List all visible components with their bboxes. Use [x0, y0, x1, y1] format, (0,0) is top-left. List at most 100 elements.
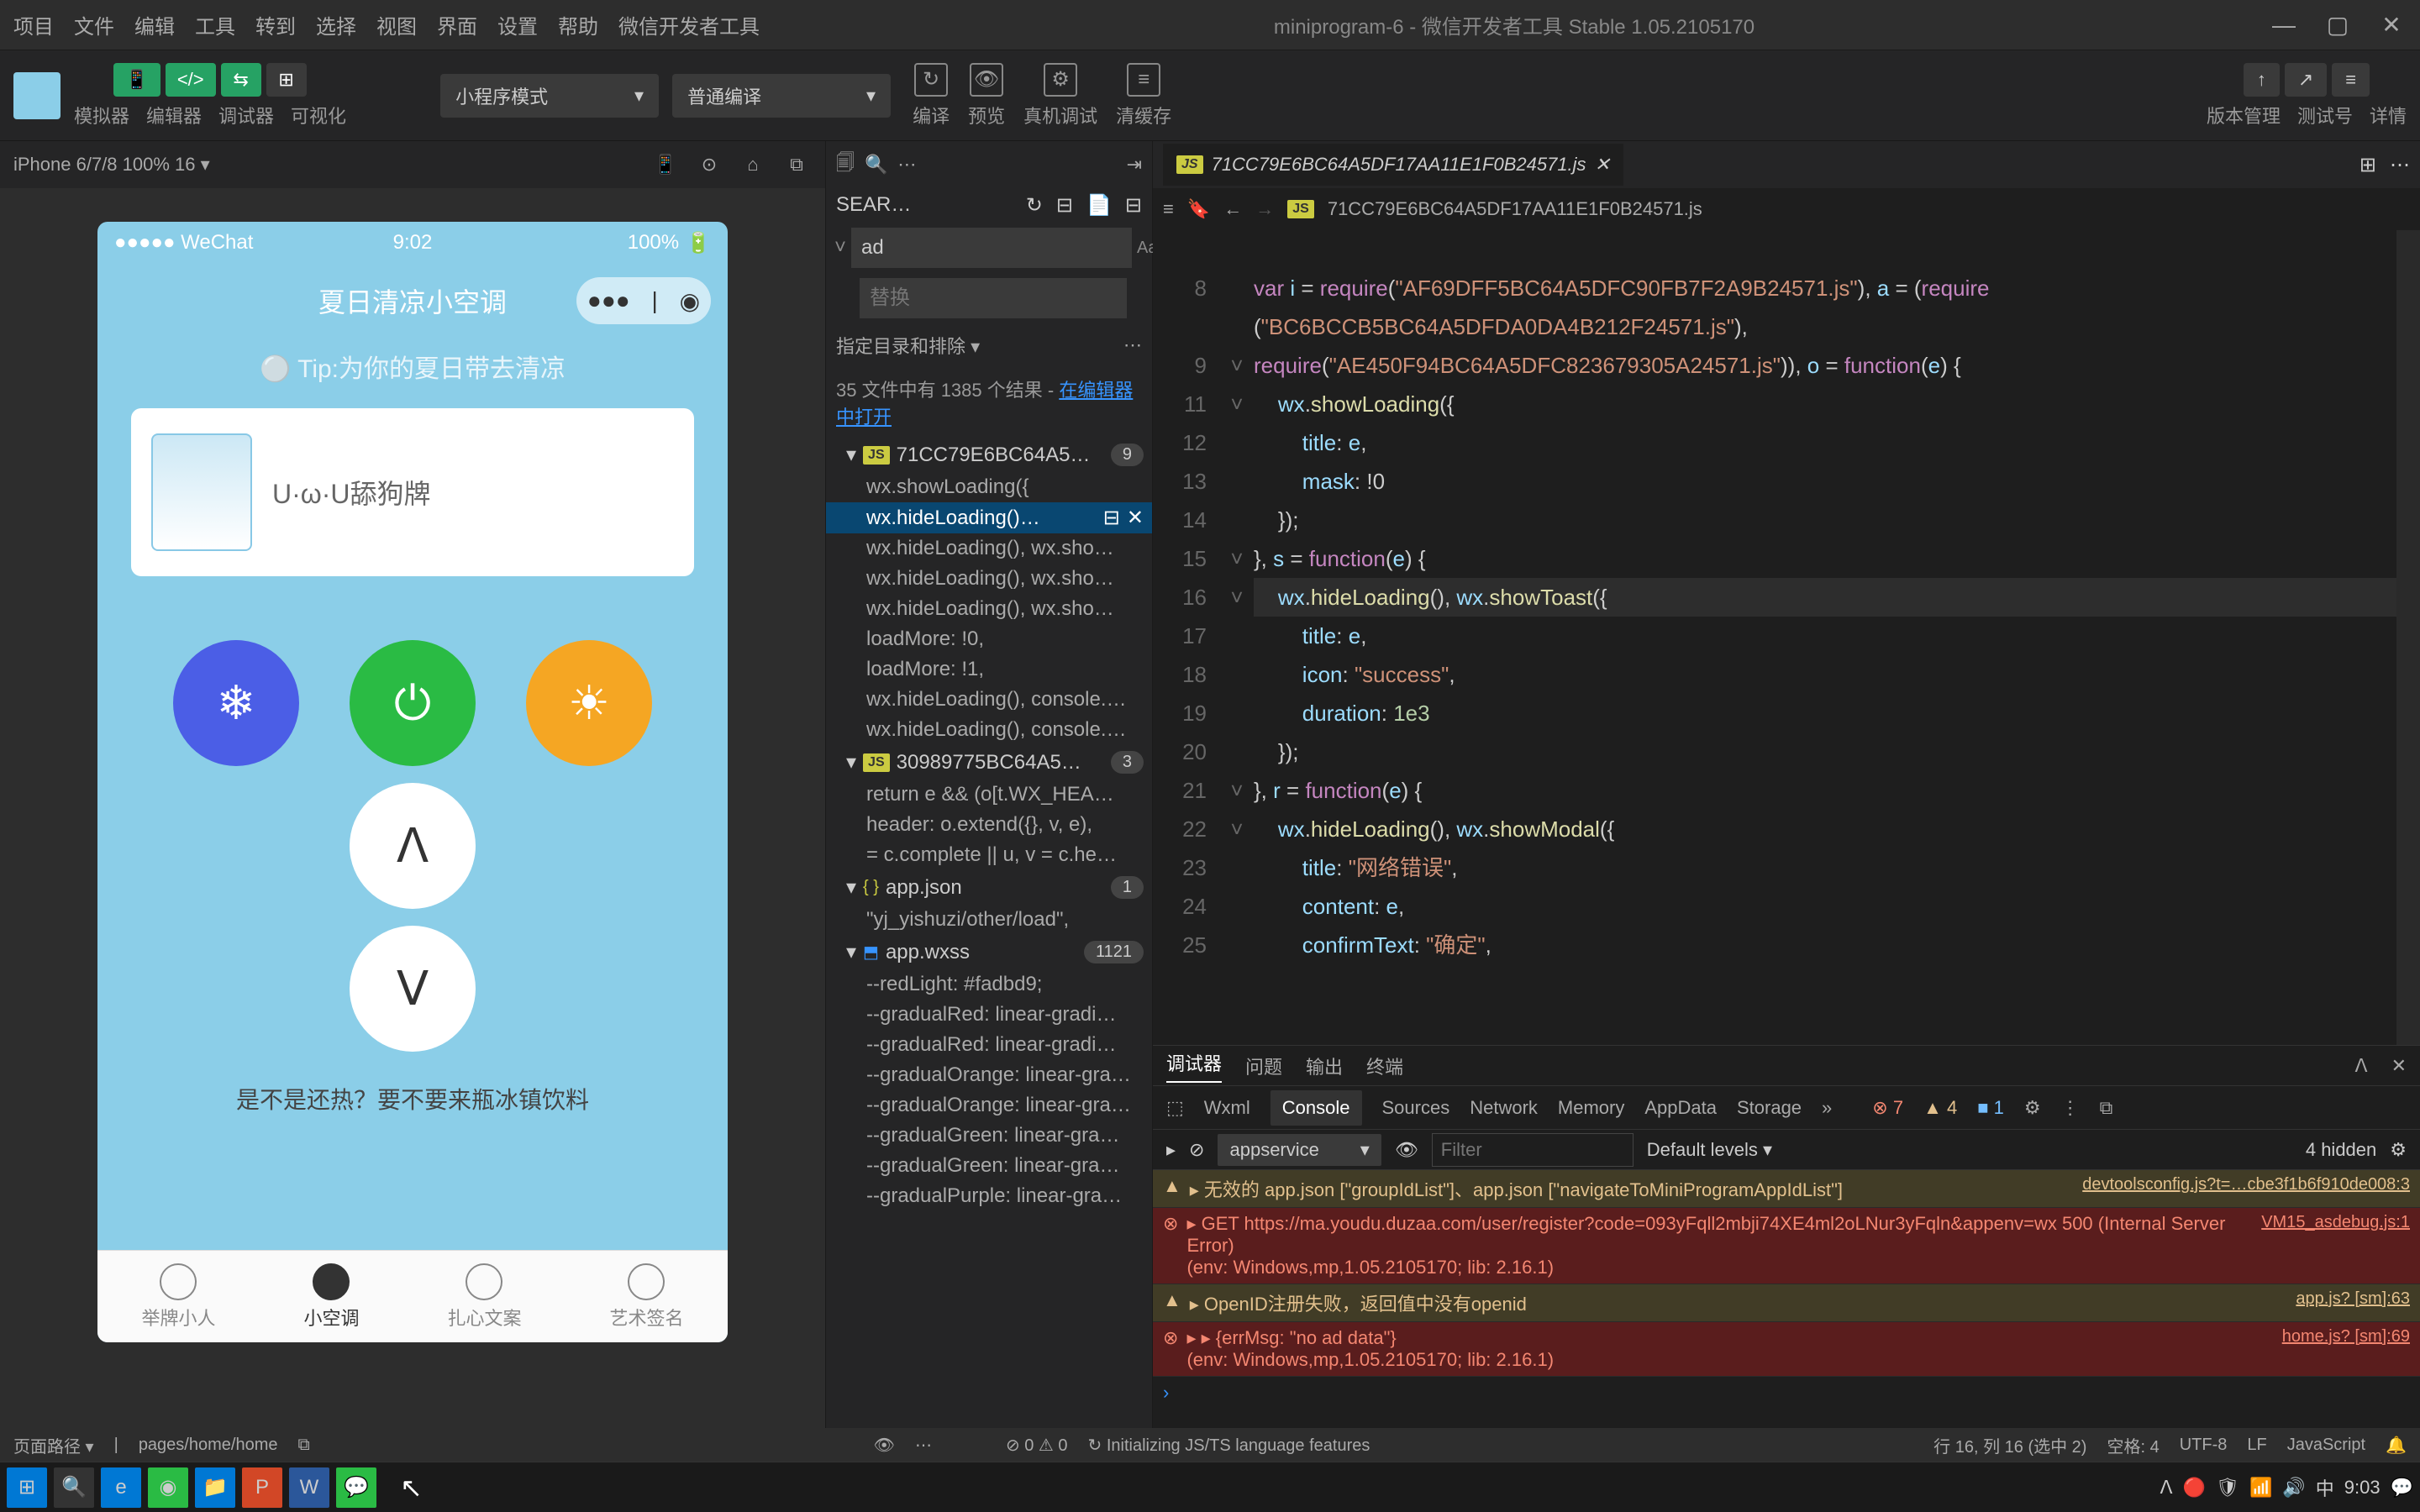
nav-forward-icon[interactable]: → — [1255, 198, 1274, 220]
menu-item[interactable]: 设置 — [497, 10, 538, 39]
refresh-icon[interactable]: ↻ — [1026, 193, 1043, 218]
tab-memory[interactable]: Memory — [1558, 1097, 1624, 1119]
indent-status[interactable]: 空格: 4 — [2107, 1433, 2159, 1457]
result-file[interactable]: ▾JS71CC79E6BC64A5…9 — [826, 438, 1152, 472]
console-settings-icon[interactable]: ⚙ — [2390, 1139, 2407, 1161]
rotate-icon[interactable]: 📱 — [650, 150, 681, 180]
remote-debug-button[interactable]: ⚙ — [1044, 63, 1077, 97]
maximize-button[interactable]: ▢ — [2323, 10, 2353, 40]
result-line[interactable]: --gradualRed: linear-gradi… — [826, 1000, 1152, 1030]
search-button[interactable]: 🔍 — [54, 1467, 94, 1508]
result-file[interactable]: ▾JS30989775BC64A5…3 — [826, 745, 1152, 780]
result-line[interactable]: = c.complete || u, v = c.he… — [826, 840, 1152, 870]
close-button[interactable]: ✕ — [2376, 10, 2407, 40]
outline-icon[interactable]: ≡ — [1163, 198, 1174, 220]
upload-button[interactable]: ↗ — [2285, 63, 2327, 97]
result-line[interactable]: wx.hideLoading(), wx.sho… — [826, 564, 1152, 594]
explorer-icon[interactable]: 🗐 — [836, 149, 855, 181]
power-button[interactable]: ⏻ — [350, 640, 476, 766]
start-button[interactable]: ⊞ — [7, 1467, 47, 1508]
taskbar-app[interactable]: e — [101, 1467, 141, 1508]
panel-tab-debugger[interactable]: 调试器 — [1166, 1049, 1222, 1083]
console-line[interactable]: ⊗▸ ▸ {errMsg: "no ad data"} (env: Window… — [1153, 1322, 2420, 1377]
nav-back-icon[interactable]: ← — [1223, 198, 1242, 220]
breadcrumb[interactable]: 71CC79E6BC64A5DF17AA11E1F0B24571.js — [1328, 198, 1702, 220]
tabbar-item[interactable]: 小空调 — [303, 1263, 359, 1331]
search-input[interactable] — [851, 228, 1132, 268]
editor-toggle[interactable]: </> — [166, 63, 216, 97]
minimize-button[interactable]: — — [2269, 10, 2299, 40]
tabbar-item[interactable]: 艺术签名 — [609, 1263, 683, 1331]
result-line[interactable]: wx.hideLoading(), wx.sho… — [826, 594, 1152, 624]
tabbar-item[interactable]: 举牌小人 — [141, 1263, 215, 1331]
debugger-toggle[interactable]: ⇆ — [221, 63, 261, 97]
taskbar-app[interactable]: P — [242, 1467, 282, 1508]
warning-count[interactable]: ▲ 4 — [1923, 1097, 1957, 1119]
ac-card[interactable]: U·ω·U舔狗牌 — [131, 408, 694, 576]
notification-center[interactable]: 💬 — [2391, 1477, 2413, 1499]
tab-sources[interactable]: Sources — [1382, 1097, 1450, 1119]
hidden-count[interactable]: 4 hidden — [2306, 1139, 2376, 1161]
menu-item[interactable]: 微信开发者工具 — [618, 10, 760, 39]
panel-collapse-icon[interactable]: ᐱ — [2355, 1055, 2368, 1077]
menu-item[interactable]: 视图 — [376, 10, 417, 39]
tab-network[interactable]: Network — [1470, 1097, 1538, 1119]
tray-icon[interactable]: 🔴 — [2183, 1477, 2206, 1499]
filter-input[interactable] — [1432, 1133, 1634, 1167]
live-expr-icon[interactable]: 👁 — [1395, 1139, 1418, 1161]
result-line[interactable]: --redLight: #fadbd9; — [826, 969, 1152, 1000]
menu-item[interactable]: 界面 — [437, 10, 477, 39]
error-count[interactable]: ⊗ 7 — [1872, 1097, 1903, 1119]
menu-item[interactable]: 项目 — [13, 10, 54, 39]
info-count[interactable]: ■ 1 — [1977, 1097, 2004, 1119]
tray-icon[interactable]: 🔊 — [2282, 1477, 2305, 1499]
result-line[interactable]: "yj_yishuzi/other/load", — [826, 905, 1152, 935]
popout-icon[interactable]: ⧉ — [2100, 1097, 2113, 1119]
result-line[interactable]: return e && (o[t.WX_HEA… — [826, 780, 1152, 810]
clear-console-icon[interactable]: ⊘ — [1189, 1139, 1204, 1161]
compile-mode-dropdown[interactable]: 普通编译▾ — [672, 74, 891, 118]
simulator-toggle[interactable]: 📱 — [113, 63, 160, 97]
panel-tab-terminal[interactable]: 终端 — [1366, 1053, 1403, 1079]
encoding-status[interactable]: UTF-8 — [2180, 1436, 2228, 1455]
tab-storage[interactable]: Storage — [1737, 1097, 1802, 1119]
clock[interactable]: 9:03 — [2344, 1477, 2381, 1499]
vcs-button[interactable]: ↑ — [2244, 63, 2280, 97]
console-line[interactable]: ▲▸ OpenID注册失败，返回值中没有openidapp.js? [sm]:6… — [1153, 1284, 2420, 1322]
capsule-menu-icon[interactable]: ●●● — [587, 287, 630, 314]
context-dropdown[interactable]: appservice ▾ — [1218, 1134, 1381, 1166]
close-tab-icon[interactable]: ✕ — [1595, 154, 1610, 176]
sun-button[interactable]: ☀ — [526, 640, 652, 766]
console-line[interactable]: ▲▸ 无效的 app.json ["groupIdList"]、app.json… — [1153, 1170, 2420, 1208]
result-line[interactable]: --gradualPurple: linear-gra… — [826, 1181, 1152, 1211]
clear-icon[interactable]: ⊟ — [1056, 193, 1073, 218]
tab-wxml[interactable]: Wxml — [1204, 1097, 1250, 1119]
result-line[interactable]: --gradualGreen: linear-gra… — [826, 1121, 1152, 1151]
more-icon[interactable]: ⋯ — [915, 1435, 932, 1456]
search-icon[interactable]: 🔍 — [865, 154, 887, 176]
visibility-icon[interactable]: 👁 — [874, 1435, 895, 1456]
result-line[interactable]: wx.hideLoading()…⊟✕ — [826, 502, 1152, 533]
page-path-label[interactable]: 页面路径 ▾ — [13, 1433, 94, 1457]
preview-button[interactable]: 👁 — [970, 63, 1003, 97]
ime-indicator[interactable]: 中 — [2316, 1474, 2334, 1501]
user-avatar[interactable] — [13, 72, 60, 119]
capsule-close-icon[interactable]: ◉ — [680, 287, 700, 315]
page-path[interactable]: pages/home/home — [139, 1436, 278, 1455]
down-button[interactable]: ᐯ — [350, 926, 476, 1052]
filter-toggle[interactable]: 指定目录和排除 ▾⋯ — [826, 323, 1152, 367]
result-line[interactable]: loadMore: !0, — [826, 624, 1152, 654]
settings-icon[interactable]: ⚙ — [2024, 1097, 2041, 1119]
result-line[interactable]: --gradualOrange: linear-gra… — [826, 1090, 1152, 1121]
tray-icon[interactable]: 📶 — [2249, 1477, 2272, 1499]
new-file-icon[interactable]: 📄 — [1086, 193, 1112, 218]
clear-cache-button[interactable]: ≡ — [1127, 63, 1160, 97]
taskbar-app[interactable]: 💬 — [336, 1467, 376, 1508]
device-selector[interactable]: iPhone 6/7/8 100% 16 ▾ — [13, 154, 210, 176]
home-icon[interactable]: ⌂ — [738, 150, 768, 180]
collapse-icon[interactable]: ⊟ — [1125, 193, 1142, 218]
dock-icon[interactable]: ⧉ — [781, 150, 812, 180]
result-line[interactable]: wx.hideLoading(), console.… — [826, 685, 1152, 715]
snow-button[interactable]: ❄ — [173, 640, 299, 766]
minimap[interactable] — [2396, 230, 2420, 1045]
